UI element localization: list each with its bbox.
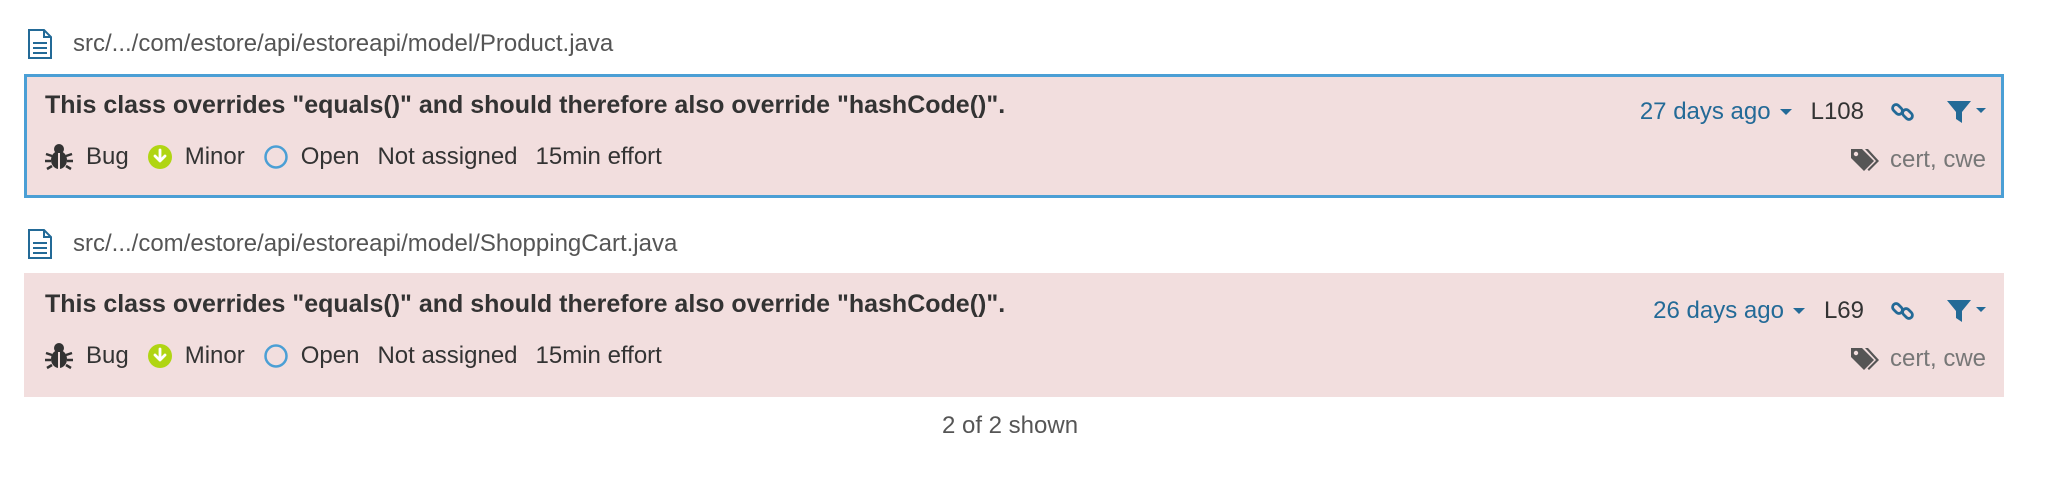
issue-type-label: Bug xyxy=(86,143,129,170)
bug-icon xyxy=(45,144,73,171)
issue-age-label: 26 days ago xyxy=(1653,297,1784,324)
severity-minor-icon xyxy=(147,344,172,368)
issue-severity[interactable]: Minor xyxy=(147,143,245,171)
issue-tags-label: cert, cwe xyxy=(1889,146,1986,173)
file-path[interactable]: src/.../com/estore/api/estoreapi/model/S… xyxy=(73,230,677,258)
issue-type-label: Bug xyxy=(86,342,129,369)
chevron-down-icon xyxy=(1779,109,1792,115)
issue-right-controls: 27 days ago L108 xyxy=(1640,98,1988,126)
issue-message[interactable]: This class overrides "equals()" and shou… xyxy=(45,91,1005,120)
issue-status[interactable]: Open xyxy=(263,342,360,370)
chevron-down-icon xyxy=(1792,308,1805,314)
issue-severity[interactable]: Minor xyxy=(147,342,245,370)
issue-right-controls: 26 days ago L69 xyxy=(1653,297,1988,325)
issue-tags[interactable]: cert, cwe xyxy=(1850,146,1986,174)
issue-effort[interactable]: 15min effort xyxy=(536,143,662,171)
issue-line[interactable]: L108 xyxy=(1811,98,1864,126)
issue-status-label: Open xyxy=(300,342,360,369)
issue-tags[interactable]: cert, cwe xyxy=(1850,345,1986,373)
file-header[interactable]: src/.../com/estore/api/estoreapi/model/P… xyxy=(27,24,613,64)
filter-icon[interactable] xyxy=(1946,298,1988,324)
status-open-icon xyxy=(263,145,288,169)
issue-status[interactable]: Open xyxy=(263,143,360,171)
issue-effort[interactable]: 15min effort xyxy=(536,342,662,370)
tags-icon xyxy=(1850,348,1879,370)
issue-severity-label: Minor xyxy=(184,342,245,369)
issue-age[interactable]: 26 days ago xyxy=(1653,297,1806,325)
permalink-icon[interactable] xyxy=(1890,99,1916,125)
issue-assignee[interactable]: Not assigned xyxy=(377,342,517,370)
issue-age[interactable]: 27 days ago xyxy=(1640,98,1793,126)
shown-count: 2 of 2 shown xyxy=(941,412,1079,439)
file-icon xyxy=(27,229,53,259)
issue-line[interactable]: L69 xyxy=(1824,297,1864,325)
file-icon xyxy=(27,29,53,59)
issue-status-label: Open xyxy=(300,143,360,170)
issue-severity-label: Minor xyxy=(184,143,245,170)
issue-assignee[interactable]: Not assigned xyxy=(377,143,517,171)
issue-type[interactable]: Bug xyxy=(44,341,129,371)
permalink-icon[interactable] xyxy=(1890,298,1916,324)
issue-message[interactable]: This class overrides "equals()" and shou… xyxy=(45,290,1005,319)
issue-tags-label: cert, cwe xyxy=(1889,345,1986,372)
tags-icon xyxy=(1850,149,1879,171)
file-header[interactable]: src/.../com/estore/api/estoreapi/model/S… xyxy=(27,224,677,264)
issues-list: src/.../com/estore/api/estoreapi/model/P… xyxy=(0,0,2069,489)
issue-meta-row: Bug Minor Open Not assigned 15min effort xyxy=(44,341,680,371)
issue-meta-row: Bug Minor Open Not assigned 15min effort xyxy=(44,142,680,172)
status-open-icon xyxy=(263,344,288,368)
file-path[interactable]: src/.../com/estore/api/estoreapi/model/P… xyxy=(73,30,613,58)
severity-minor-icon xyxy=(147,145,172,169)
issue-card-selected[interactable]: This class overrides "equals()" and shou… xyxy=(24,74,2004,198)
issue-age-label: 27 days ago xyxy=(1639,98,1771,125)
bug-icon xyxy=(45,343,73,370)
issue-type[interactable]: Bug xyxy=(44,142,129,172)
filter-icon[interactable] xyxy=(1946,99,1988,125)
issue-card[interactable]: This class overrides "equals()" and shou… xyxy=(24,273,2004,397)
